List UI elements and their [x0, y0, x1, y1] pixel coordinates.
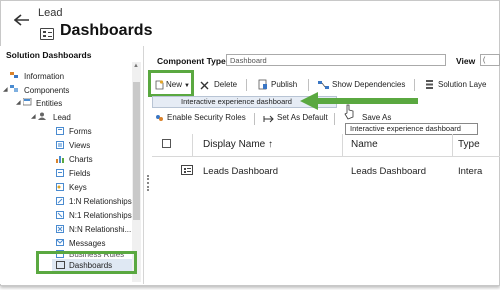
sidebar-item-charts[interactable]: Charts — [69, 155, 93, 164]
delete-icon — [200, 81, 209, 90]
publish-icon — [258, 79, 267, 90]
select-all-checkbox[interactable] — [162, 139, 171, 148]
toolbar-separator — [246, 79, 247, 91]
toolbar-separator — [254, 113, 255, 125]
column-header-name[interactable]: Name — [351, 139, 378, 150]
dashboard-icon — [40, 28, 54, 40]
toolbar-separator — [334, 113, 335, 125]
collapse-arrow-icon[interactable]: ◢ — [16, 99, 21, 106]
fields-icon — [56, 169, 64, 177]
view-select[interactable]: ( — [480, 54, 500, 66]
sidebar-item-information[interactable]: Information — [24, 72, 64, 81]
page-title: Dashboards — [60, 22, 153, 39]
new-highlight-box — [148, 70, 194, 97]
views-icon — [56, 141, 64, 149]
sidebar-item-keys[interactable]: Keys — [69, 183, 87, 192]
component-type-label: Component Type — [157, 56, 226, 66]
sidebar — [0, 46, 144, 284]
entities-icon — [23, 98, 32, 106]
column-separator — [192, 134, 193, 156]
relationship-icon — [56, 225, 64, 233]
row-name: Leads Dashboard — [351, 166, 426, 177]
security-roles-icon — [156, 115, 163, 121]
green-arrow-icon — [300, 92, 418, 110]
sidebar-item-components[interactable]: Components — [24, 86, 69, 95]
collapse-arrow-icon[interactable]: ◢ — [3, 86, 8, 93]
dashboards-highlight-box — [36, 251, 137, 274]
set-default-icon — [263, 115, 274, 123]
collapse-arrow-icon[interactable]: ◢ — [31, 113, 36, 120]
enable-security-roles-button[interactable]: Enable Security Roles — [167, 111, 246, 125]
row-display-name[interactable]: Leads Dashboard — [203, 166, 278, 177]
column-separator — [452, 134, 453, 156]
component-type-select[interactable]: Dashboard — [226, 54, 446, 66]
sidebar-item-fields[interactable]: Fields — [69, 169, 90, 178]
forms-icon — [56, 127, 64, 135]
set-as-default-button[interactable]: Set As Default — [277, 111, 328, 125]
charts-icon — [56, 156, 64, 163]
sidebar-item-messages[interactable]: Messages — [69, 239, 105, 248]
information-icon — [10, 72, 18, 78]
sidebar-item-nn-relationships[interactable]: N:N Relationshi... — [69, 225, 131, 234]
sidebar-item-forms[interactable]: Forms — [69, 127, 92, 136]
solution-layers-button[interactable]: Solution Laye — [438, 78, 486, 92]
sidebar-item-entities[interactable]: Entities — [36, 99, 62, 108]
column-separator — [342, 134, 343, 156]
relationship-icon — [56, 211, 64, 219]
column-header-type[interactable]: Type — [458, 139, 480, 150]
column-header-display-name[interactable]: Display Name ↑ — [203, 139, 273, 150]
back-arrow-icon[interactable] — [14, 14, 30, 26]
mouse-cursor-icon — [344, 104, 354, 120]
dashboard-row-icon — [181, 165, 193, 175]
lead-icon — [38, 112, 46, 120]
entity-name: Lead — [38, 7, 63, 19]
splitter-handle[interactable] — [147, 175, 151, 191]
view-label: View — [456, 56, 476, 66]
publish-button[interactable]: Publish — [271, 78, 297, 92]
delete-button[interactable]: Delete — [214, 78, 237, 92]
scroll-up-arrow-icon[interactable]: ▲ — [133, 63, 139, 69]
relationship-icon — [56, 197, 64, 205]
scroll-thumb[interactable] — [133, 82, 140, 220]
messages-icon — [56, 239, 64, 246]
sidebar-item-lead[interactable]: Lead — [53, 113, 71, 122]
components-icon — [10, 85, 18, 92]
row-type: Intera — [458, 166, 483, 177]
dependencies-icon — [318, 81, 329, 89]
keys-icon — [56, 183, 64, 191]
solution-layers-icon — [426, 80, 433, 89]
sidebar-item-n1-relationships[interactable]: N:1 Relationships — [69, 211, 132, 220]
sidebar-title: Solution Dashboards — [6, 50, 92, 60]
sidebar-item-1n-relationships[interactable]: 1:N Relationships — [69, 197, 132, 206]
sidebar-item-views[interactable]: Views — [69, 141, 90, 150]
